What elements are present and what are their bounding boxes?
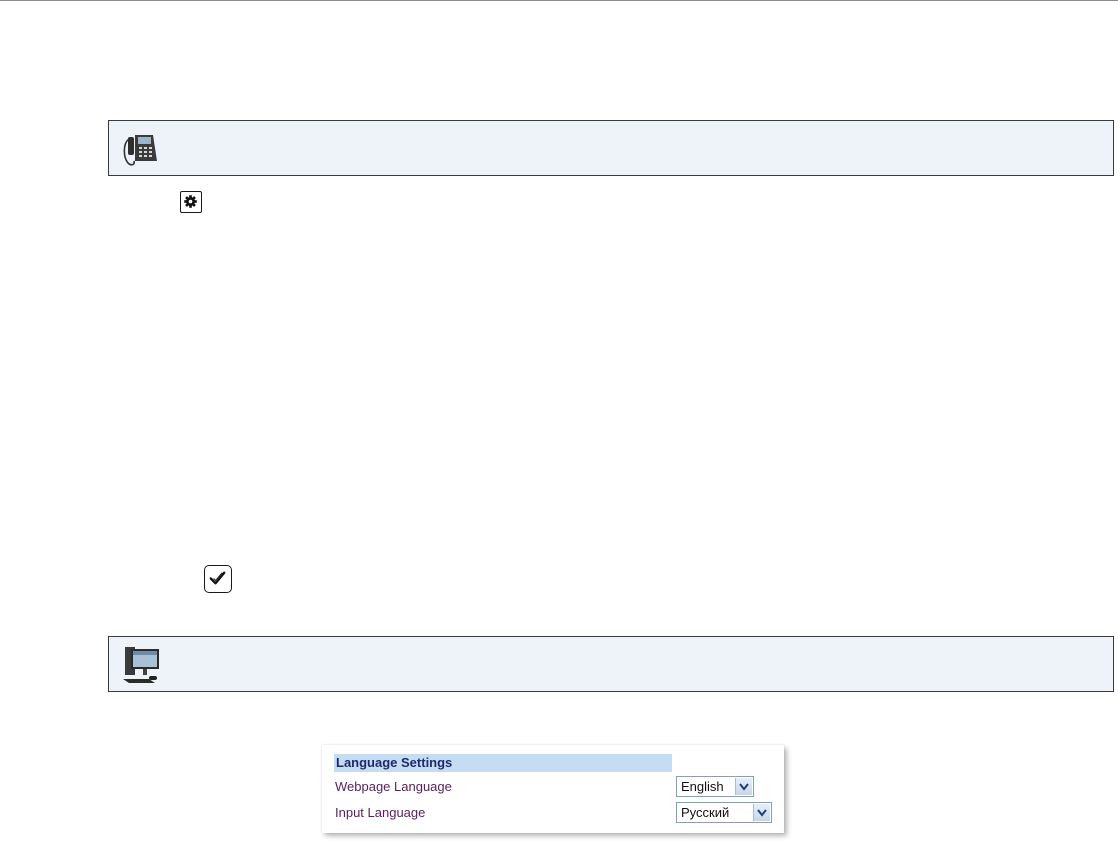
phone-ui-banner — [108, 120, 1114, 176]
language-settings-header: Language Settings — [334, 754, 672, 772]
chevron-down-icon[interactable] — [735, 778, 752, 795]
language-settings-panel: Language Settings Webpage Language Engli… — [322, 745, 784, 833]
input-language-select[interactable]: Русский — [676, 802, 772, 823]
top-rule — [0, 0, 1118, 1]
web-ui-banner — [108, 636, 1114, 692]
checkmark-icon — [204, 565, 232, 593]
chevron-down-icon[interactable] — [753, 804, 770, 821]
webpage-language-label: Webpage Language — [335, 779, 452, 794]
gear-icon — [180, 191, 202, 213]
desk-phone-icon — [123, 135, 157, 166]
input-language-label: Input Language — [335, 805, 426, 820]
webpage-language-value: English — [681, 779, 724, 794]
input-language-value: Русский — [681, 805, 730, 820]
desktop-computer-icon — [123, 647, 159, 683]
webpage-language-select[interactable]: English — [676, 776, 754, 797]
